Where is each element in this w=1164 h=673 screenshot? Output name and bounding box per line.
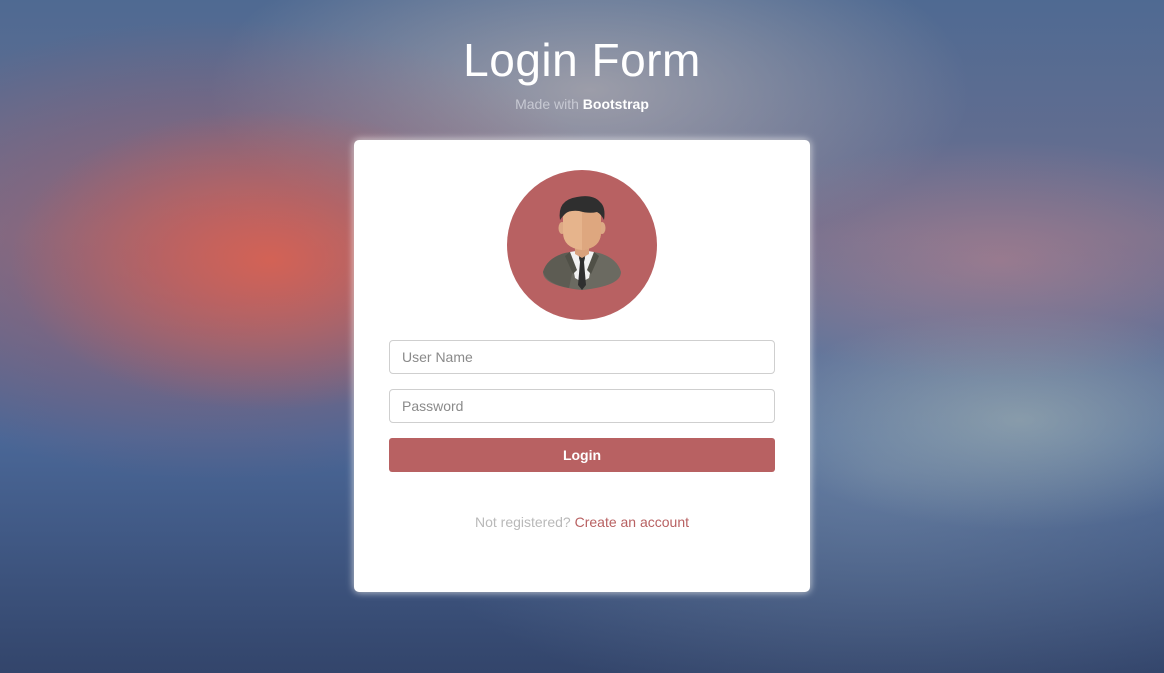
subtitle-brand: Bootstrap	[582, 96, 649, 112]
page-title: Login Form	[463, 34, 701, 86]
register-prompt: Not registered? Create an account	[354, 514, 810, 530]
password-input[interactable]	[389, 389, 775, 423]
username-input[interactable]	[389, 340, 775, 374]
not-registered-text: Not registered?	[474, 514, 571, 530]
create-account-link[interactable]: Create an account	[575, 514, 689, 530]
page-subtitle: Made with Bootstrap	[0, 96, 1164, 112]
login-button[interactable]: Login	[389, 438, 775, 472]
login-card: Login Not registered? Create an account	[354, 140, 810, 592]
subtitle-prefix: Made with	[515, 96, 579, 112]
businessman-avatar-icon	[507, 170, 657, 320]
avatar-illustration	[543, 196, 621, 290]
page-header: Login Form Made with Bootstrap	[0, 30, 1164, 112]
